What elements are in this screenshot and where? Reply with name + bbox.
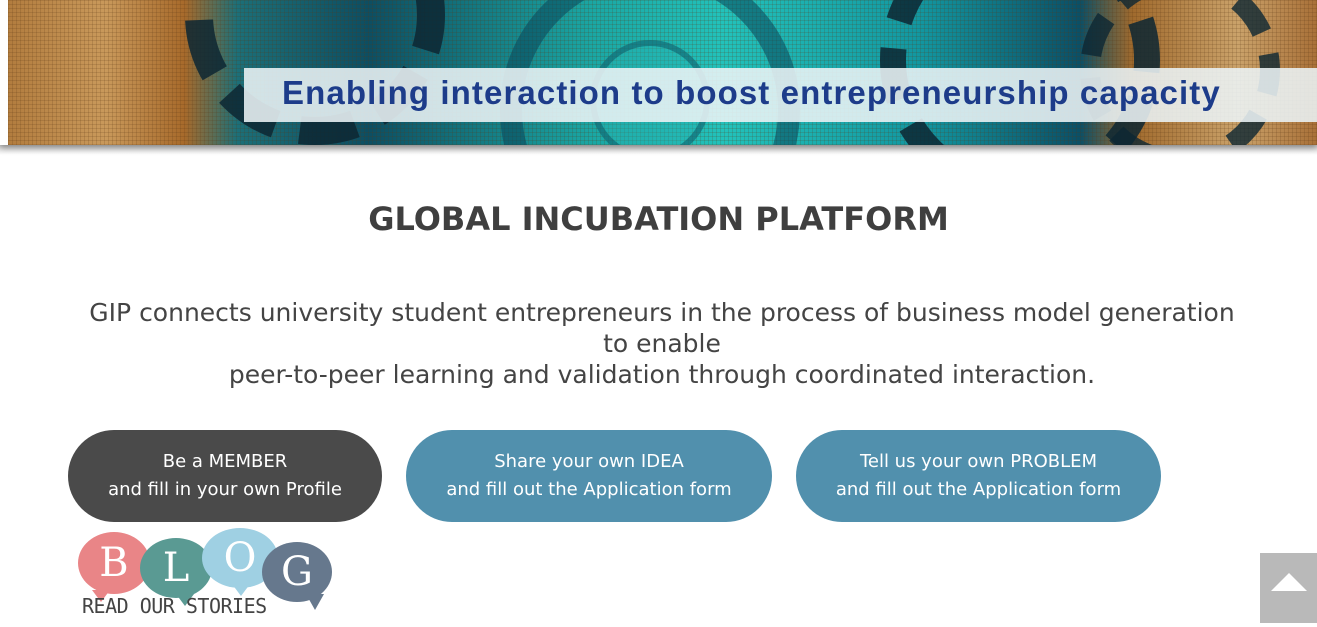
- platform-description: GIP connects university student entrepre…: [60, 297, 1264, 390]
- blog-logo-link[interactable]: B L O G READ OUR STORIES: [74, 528, 336, 620]
- back-to-top-button[interactable]: [1260, 553, 1317, 623]
- share-idea-button[interactable]: Share your own IDEA and fill out the App…: [406, 430, 772, 522]
- blog-letter: O: [223, 535, 257, 581]
- page-title: GLOBAL INCUBATION PLATFORM: [368, 200, 949, 238]
- member-button[interactable]: Be a MEMBER and fill in your own Profile: [68, 430, 382, 522]
- blog-letter: L: [162, 545, 190, 591]
- description-line: peer-to-peer learning and validation thr…: [228, 360, 1096, 389]
- member-button-line2: and fill in your own Profile: [108, 479, 342, 500]
- blog-letter: B: [99, 540, 129, 586]
- description-line: GIP connects university student entrepre…: [89, 298, 1235, 327]
- banner-shadow: [0, 145, 1317, 155]
- tell-problem-button-line1: Tell us your own PROBLEM: [859, 451, 1098, 472]
- header-banner: Enabling interaction to boost entreprene…: [0, 0, 1317, 145]
- member-button-line1: Be a MEMBER: [162, 451, 288, 472]
- blog-bubble-b: B: [78, 532, 150, 602]
- blog-bubble-g: G: [262, 542, 332, 610]
- arrow-up-icon: [1270, 573, 1307, 591]
- banner-tagline: Enabling interaction to boost entreprene…: [282, 74, 1221, 111]
- share-idea-button-line1: Share your own IDEA: [494, 451, 684, 472]
- blog-bubble-l: L: [140, 538, 212, 606]
- share-idea-button-line2: and fill out the Application form: [446, 479, 732, 500]
- blog-caption: READ OUR STORIES: [82, 594, 267, 618]
- tell-problem-button-line2: and fill out the Application form: [835, 479, 1122, 500]
- blog-letter: G: [281, 549, 313, 595]
- description-line: to enable: [603, 329, 721, 358]
- banner-frame: [0, 0, 8, 145]
- tell-problem-button[interactable]: Tell us your own PROBLEM and fill out th…: [796, 430, 1161, 522]
